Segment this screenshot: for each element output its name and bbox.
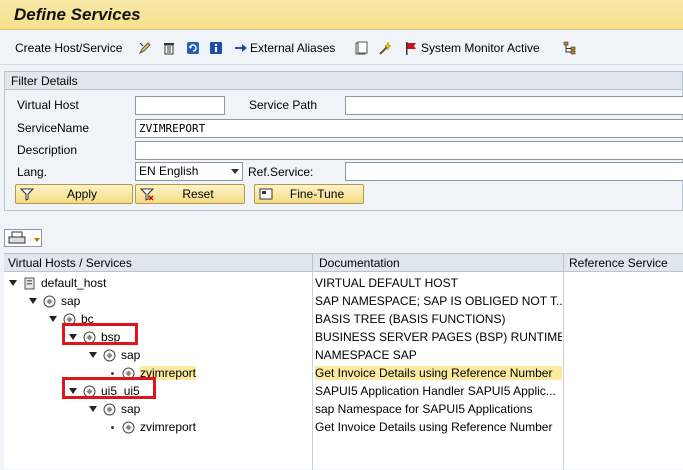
tree-header: Virtual Hosts / Services Documentation R… (4, 254, 683, 272)
info-icon[interactable] (209, 40, 223, 56)
tree-node-label[interactable]: zvimreport (140, 420, 196, 434)
tree-node-documentation: Get Invoice Details using Reference Numb… (315, 366, 562, 380)
tree-node-documentation: VIRTUAL DEFAULT HOST (315, 276, 458, 290)
expand-toggle-icon[interactable] (89, 352, 97, 358)
service-node-icon (83, 331, 96, 344)
title-bar: Define Services (0, 0, 683, 30)
tree-node-label[interactable]: sap (61, 294, 80, 308)
tree-row[interactable]: default_host VIRTUAL DEFAULT HOST (4, 274, 683, 292)
service-node-icon (103, 403, 116, 416)
tree-node-label[interactable]: ui5_ui5 (101, 384, 140, 398)
expand-toggle-icon[interactable] (69, 388, 77, 394)
description-input[interactable] (135, 141, 683, 160)
expand-toggle-icon[interactable] (69, 334, 77, 340)
chevron-down-icon (34, 238, 40, 242)
tree-row[interactable]: ui5_ui5 SAPUI5 Application Handler SAPUI… (4, 382, 683, 400)
create-host-service-button[interactable]: Create Host/Service (15, 40, 122, 56)
tree-node-label[interactable]: bc (81, 312, 94, 326)
service-node-icon (43, 295, 56, 308)
tree-row[interactable]: zvimreport Get Invoice Details using Ref… (4, 418, 683, 436)
expand-toggle-icon[interactable] (49, 316, 57, 322)
display-document-icon[interactable] (354, 40, 368, 56)
expand-toggle-icon[interactable] (29, 298, 37, 304)
fine-tune-button[interactable]: Fine-Tune (254, 184, 364, 204)
tree-row[interactable]: bsp BUSINESS SERVER PAGES (BSP) RUNTIME (4, 328, 683, 346)
tree-node-documentation: SAPUI5 Application Handler SAPUI5 Applic… (315, 384, 556, 398)
language-select[interactable]: EN English (135, 162, 243, 181)
settings-icon (259, 187, 273, 201)
tree-node-documentation: Get Invoice Details using Reference Numb… (315, 420, 553, 434)
service-path-input[interactable] (345, 96, 683, 115)
refresh-icon[interactable] (186, 40, 200, 56)
host-icon (23, 277, 36, 290)
change-icon[interactable] (138, 40, 152, 56)
external-aliases-button[interactable]: External Aliases (234, 40, 335, 56)
arrow-right-icon (234, 41, 248, 55)
tree-row[interactable]: sap SAP NAMESPACE; SAP IS OBLIGED NOT T.… (4, 292, 683, 310)
language-label: Lang. (17, 165, 48, 179)
system-monitor-button[interactable]: System Monitor Active (404, 40, 540, 56)
virtual-host-label: Virtual Host (17, 98, 79, 112)
hierarchy-icon[interactable] (563, 40, 577, 56)
tree-node-label[interactable]: sap (121, 402, 140, 416)
reset-filter-icon (139, 187, 155, 201)
leaf-bullet-icon (111, 425, 114, 429)
ref-service-label: Ref.Service: (248, 165, 314, 179)
filter-details-header: Filter Details (5, 72, 682, 90)
tree-node-label[interactable]: sap (121, 348, 140, 362)
tree-row[interactable]: sap sap Namespace for SAPUI5 Application… (4, 400, 683, 418)
tree-node-documentation: SAP NAMESPACE; SAP IS OBLIGED NOT T... (315, 294, 562, 308)
service-path-label: Service Path (249, 98, 318, 112)
reset-button[interactable]: Reset (135, 184, 245, 204)
tree-row[interactable]: sap NAMESPACE SAP (4, 346, 683, 364)
column-header-services[interactable]: Virtual Hosts / Services (8, 256, 132, 270)
delete-icon[interactable] (162, 40, 176, 56)
wizard-icon[interactable] (378, 40, 392, 56)
filter-icon (19, 187, 35, 201)
tree-node-documentation: BASIS TREE (BASIS FUNCTIONS) (315, 312, 506, 326)
service-node-icon (122, 421, 135, 434)
services-tree: Virtual Hosts / Services Documentation R… (4, 253, 683, 470)
ref-service-input[interactable] (345, 162, 683, 181)
leaf-bullet-icon (111, 371, 114, 375)
column-header-documentation[interactable]: Documentation (319, 256, 400, 270)
column-header-reference-service[interactable]: Reference Service (569, 256, 668, 270)
expand-toggle-icon[interactable] (89, 406, 97, 412)
tree-node-label[interactable]: bsp (101, 330, 120, 344)
service-node-icon (122, 367, 135, 380)
tree-row[interactable]: bc BASIS TREE (BASIS FUNCTIONS) (4, 310, 683, 328)
expand-toggle-icon[interactable] (9, 280, 17, 286)
tree-node-documentation: sap Namespace for SAPUI5 Applications (315, 402, 533, 416)
description-label: Description (17, 143, 78, 157)
printer-icon (8, 231, 26, 245)
tree-node-label[interactable]: default_host (41, 276, 106, 290)
tree-node-documentation: NAMESPACE SAP (315, 348, 417, 362)
flag-icon (404, 41, 418, 55)
tree-node-label[interactable]: zvimreport (140, 366, 197, 380)
application-toolbar: Create Host/Service External Aliases Sys… (0, 31, 683, 65)
service-name-label: ServiceName (17, 121, 90, 135)
service-name-input[interactable]: ZVIMREPORT (135, 119, 683, 138)
service-node-icon (83, 385, 96, 398)
tree-row[interactable]: zvimreport Get Invoice Details using Ref… (4, 364, 683, 382)
filter-details-panel: Filter Details Virtual Host Service Path… (4, 71, 683, 211)
page-title: Define Services (14, 5, 141, 24)
virtual-host-input[interactable] (135, 96, 225, 115)
service-node-icon (103, 349, 116, 362)
service-node-icon (63, 313, 76, 326)
tree-node-documentation: BUSINESS SERVER PAGES (BSP) RUNTIME (315, 330, 562, 344)
print-button[interactable] (4, 229, 42, 247)
apply-button[interactable]: Apply (15, 184, 133, 204)
chevron-down-icon (231, 169, 239, 174)
